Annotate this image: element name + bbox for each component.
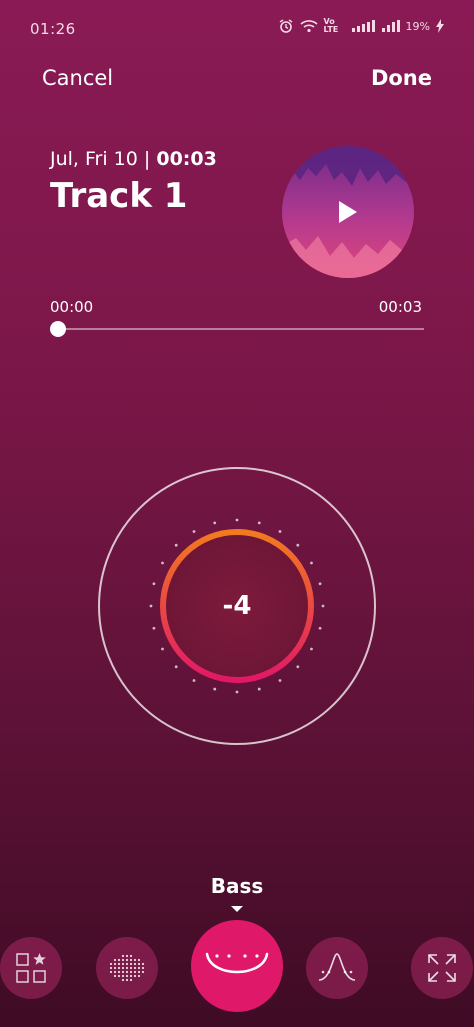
sphere-dot [133,966,137,970]
sphere-dot [109,966,113,970]
sphere-dot [109,970,113,974]
sphere-dot [133,958,137,962]
sphere-dot [121,962,125,966]
sphere-dot [125,974,129,978]
mode-button-widen[interactable] [411,937,473,999]
grid-star-icon [16,953,46,983]
track-title: Track 1 [50,176,188,216]
total-time: 00:03 [378,298,422,316]
sphere-dot [117,974,121,978]
sphere-dot [121,954,125,958]
top-bar: Cancel Done [0,58,474,100]
peak-curve-icon [318,953,356,981]
sphere-dot [125,962,129,966]
sphere-dot [109,962,113,966]
sphere-dot [113,970,117,974]
play-icon [339,201,357,223]
sphere-dot [125,970,129,974]
sphere-dot [137,962,141,966]
sphere-dot [129,970,133,974]
sphere-dot [121,966,125,970]
sphere-dot [141,970,145,974]
sphere-dot [137,970,141,974]
track-meta: Jul, Fri 10 | 00:03 [50,148,217,170]
mode-button-bass[interactable] [191,920,283,1012]
sphere-dot [129,958,133,962]
mode-button-treble[interactable] [306,937,368,999]
sphere-dot [125,978,129,982]
sphere-dot [121,958,125,962]
charging-icon [436,19,444,33]
sphere-dot [121,974,125,978]
sphere-dot [133,974,137,978]
sphere-dot [133,970,137,974]
sphere-dot [113,966,117,970]
meta-separator: | [143,148,151,170]
status-time: 01:26 [30,20,76,38]
status-icons: Vo LTE 19% [278,18,444,34]
sphere-dot [141,962,145,966]
sphere-dot [121,970,125,974]
sphere-dot [129,966,133,970]
signal-icon-1 [351,20,375,32]
sphere-dot [113,958,117,962]
progress-thumb[interactable] [50,321,66,337]
sphere-dot [129,954,133,958]
sphere-dot [129,978,133,982]
wifi-icon [300,20,318,33]
sphere-dot [133,962,137,966]
track-date: Jul, Fri 10 [50,148,138,170]
sphere-dot [125,954,129,958]
volte-indicator: Vo LTE [323,17,339,34]
mode-button-surround[interactable] [96,937,158,999]
sphere-dot [125,966,129,970]
equalizer-dial[interactable]: -4 [96,465,378,747]
sphere-dot [113,974,117,978]
cancel-button[interactable]: Cancel [42,66,113,90]
alarm-icon [279,19,292,33]
sphere-dot [117,962,121,966]
sphere-dot [129,962,133,966]
sphere-dot [117,966,121,970]
bass-curve-icon [205,952,269,974]
sphere-dot [137,966,141,970]
sphere-dot [137,974,141,978]
track-artwork [282,146,414,278]
current-time: 00:00 [50,298,94,316]
status-bar: 01:26 Vo LTE 19% [0,0,474,58]
selected-indicator [231,906,243,912]
signal-icon-2 [381,20,400,32]
sphere-dot [125,958,129,962]
sphere-dot [121,978,125,982]
sphere-dot [117,958,121,962]
dots-sphere-icon [109,954,145,982]
sphere-dot [129,974,133,978]
sphere-dot [141,966,145,970]
play-button[interactable] [282,146,414,278]
expand-arrows-icon [428,954,456,982]
equalizer-value: -4 [222,591,252,621]
track-duration: 00:03 [156,148,217,170]
selected-mode-label: Bass [210,874,264,898]
done-button[interactable]: Done [371,66,432,90]
progress-track[interactable] [58,328,424,330]
mode-button-presets[interactable] [0,937,62,999]
sphere-dot [113,962,117,966]
battery-percent: 19% [405,19,430,33]
sphere-dot [117,970,121,974]
sphere-dot [137,958,141,962]
